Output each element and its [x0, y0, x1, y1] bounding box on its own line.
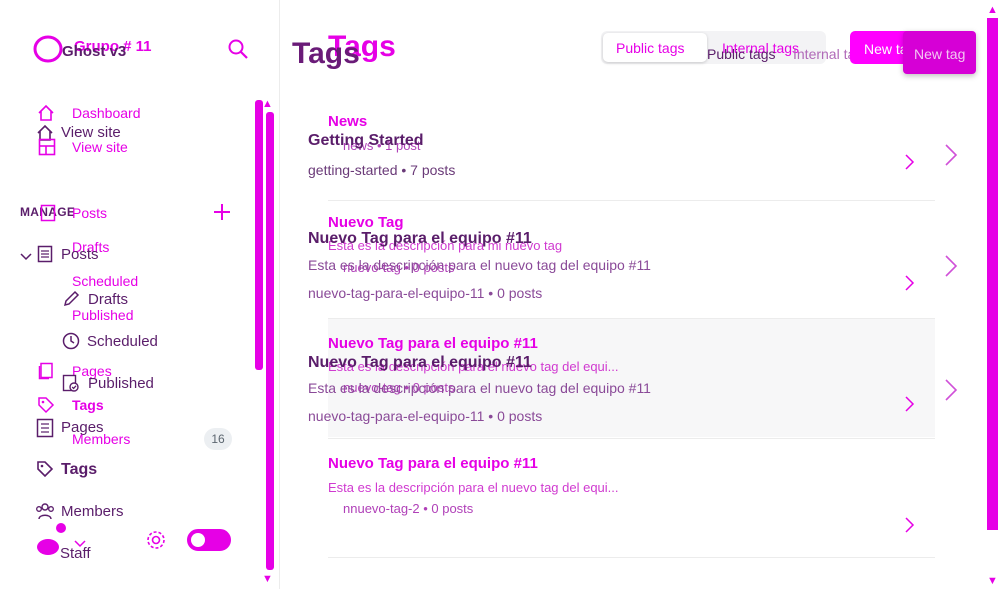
tab-public-tags-alt[interactable]: Public tags — [707, 46, 775, 62]
row-divider — [328, 318, 935, 319]
site-logo-icon[interactable] — [32, 34, 64, 69]
sidebar: Grupo # 11 Ghost v3 Dashboard View site … — [0, 0, 280, 589]
members-icon — [35, 502, 55, 520]
tag-title[interactable]: Nuevo Tag — [328, 214, 404, 231]
chevron-right-icon[interactable] — [945, 379, 958, 406]
home-icon — [37, 104, 55, 122]
sidebar-item-posts-alt[interactable]: Posts — [61, 246, 99, 263]
tag-title[interactable]: News — [328, 113, 367, 130]
tag-meta: nuevo-tag-para-el-equipo-11 • 0 posts — [308, 408, 543, 424]
scroll-up-arrow-icon[interactable]: ▲ — [262, 98, 273, 110]
night-mode-toggle[interactable] — [187, 529, 231, 551]
sidebar-item-members[interactable]: Members — [72, 431, 130, 447]
tag-meta: getting-started • 7 posts — [308, 162, 456, 178]
pages-icon — [38, 362, 54, 380]
sidebar-item-dashboard[interactable]: Dashboard — [72, 105, 141, 121]
tag-title[interactable]: Nuevo Tag para el equipo #11 — [308, 354, 532, 372]
tag-icon — [37, 396, 55, 414]
sidebar-item-scheduled[interactable]: Scheduled — [72, 273, 138, 289]
sidebar-item-tags[interactable]: Tags — [72, 397, 104, 413]
new-tag-button-alt-label[interactable]: New tag — [914, 46, 965, 62]
chevron-down-icon[interactable] — [20, 249, 32, 267]
site-name-secondary: Ghost v3 — [62, 43, 127, 60]
sidebar-item-published-alt[interactable]: Published — [88, 375, 154, 392]
posts-icon — [37, 245, 53, 263]
tag-title[interactable]: Nuevo Tag para el equipo #11 — [308, 230, 532, 248]
sidebar-item-staff[interactable]: Staff — [60, 545, 91, 562]
tag-meta: nnuevo-tag-2 • 0 posts — [343, 501, 474, 516]
chevron-right-icon[interactable] — [905, 275, 915, 296]
members-count-badge: 16 — [204, 428, 232, 450]
page-title-secondary: Tags — [292, 37, 360, 70]
tag-title[interactable]: Nuevo Tag para el equipo #11 — [328, 335, 538, 352]
search-icon[interactable] — [227, 38, 249, 65]
new-post-plus-icon[interactable] — [213, 203, 231, 226]
sidebar-item-view-site-alt[interactable]: View site — [72, 139, 128, 155]
clock-icon — [62, 332, 80, 350]
sidebar-scrollbar[interactable] — [255, 100, 263, 370]
scroll-down-arrow-icon[interactable]: ▼ — [262, 573, 273, 585]
sidebar-item-tags-alt[interactable]: Tags — [61, 461, 97, 479]
chevron-right-icon[interactable] — [945, 144, 958, 171]
toggle-knob — [191, 533, 205, 547]
row-divider — [328, 557, 935, 558]
row-divider — [328, 200, 935, 201]
tag-icon — [36, 460, 54, 478]
pages-icon — [36, 418, 54, 438]
tag-description: Esta es la descripción para el nuevo tag… — [308, 380, 651, 396]
sidebar-item-members-alt[interactable]: Members — [61, 503, 124, 520]
main-scrollbar-thumb[interactable] — [987, 18, 998, 530]
tag-title[interactable]: Getting Started — [308, 132, 424, 150]
row-divider — [328, 438, 935, 439]
sidebar-scrollbar-thumb[interactable] — [266, 112, 274, 570]
sidebar-item-published[interactable]: Published — [72, 307, 134, 323]
scroll-down-arrow-icon[interactable]: ▼ — [987, 575, 998, 587]
tag-meta: nuevo-tag-para-el-equipo-11 • 0 posts — [308, 285, 543, 301]
tag-title[interactable]: Nuevo Tag para el equipo #11 — [328, 455, 538, 472]
pencil-icon — [62, 290, 80, 308]
posts-icon — [40, 204, 56, 222]
chevron-right-icon[interactable] — [945, 255, 958, 282]
sidebar-item-posts[interactable]: Posts — [72, 205, 107, 221]
sidebar-item-drafts-alt[interactable]: Drafts — [88, 291, 128, 308]
scroll-up-arrow-icon[interactable]: ▲ — [987, 4, 998, 16]
tag-description: Esta es la descripción para el nuevo tag… — [308, 257, 651, 273]
chevron-right-icon[interactable] — [905, 396, 915, 417]
layout-icon — [38, 138, 56, 156]
chevron-right-icon[interactable] — [905, 154, 915, 175]
chevron-right-icon[interactable] — [905, 517, 915, 538]
published-icon — [62, 374, 80, 392]
settings-gear-icon[interactable] — [145, 529, 167, 556]
sidebar-item-scheduled-alt[interactable]: Scheduled — [87, 333, 158, 350]
tag-description: Esta es la descripción para el nuevo tag… — [328, 480, 619, 495]
tab-public-tags[interactable]: Public tags — [616, 40, 684, 56]
